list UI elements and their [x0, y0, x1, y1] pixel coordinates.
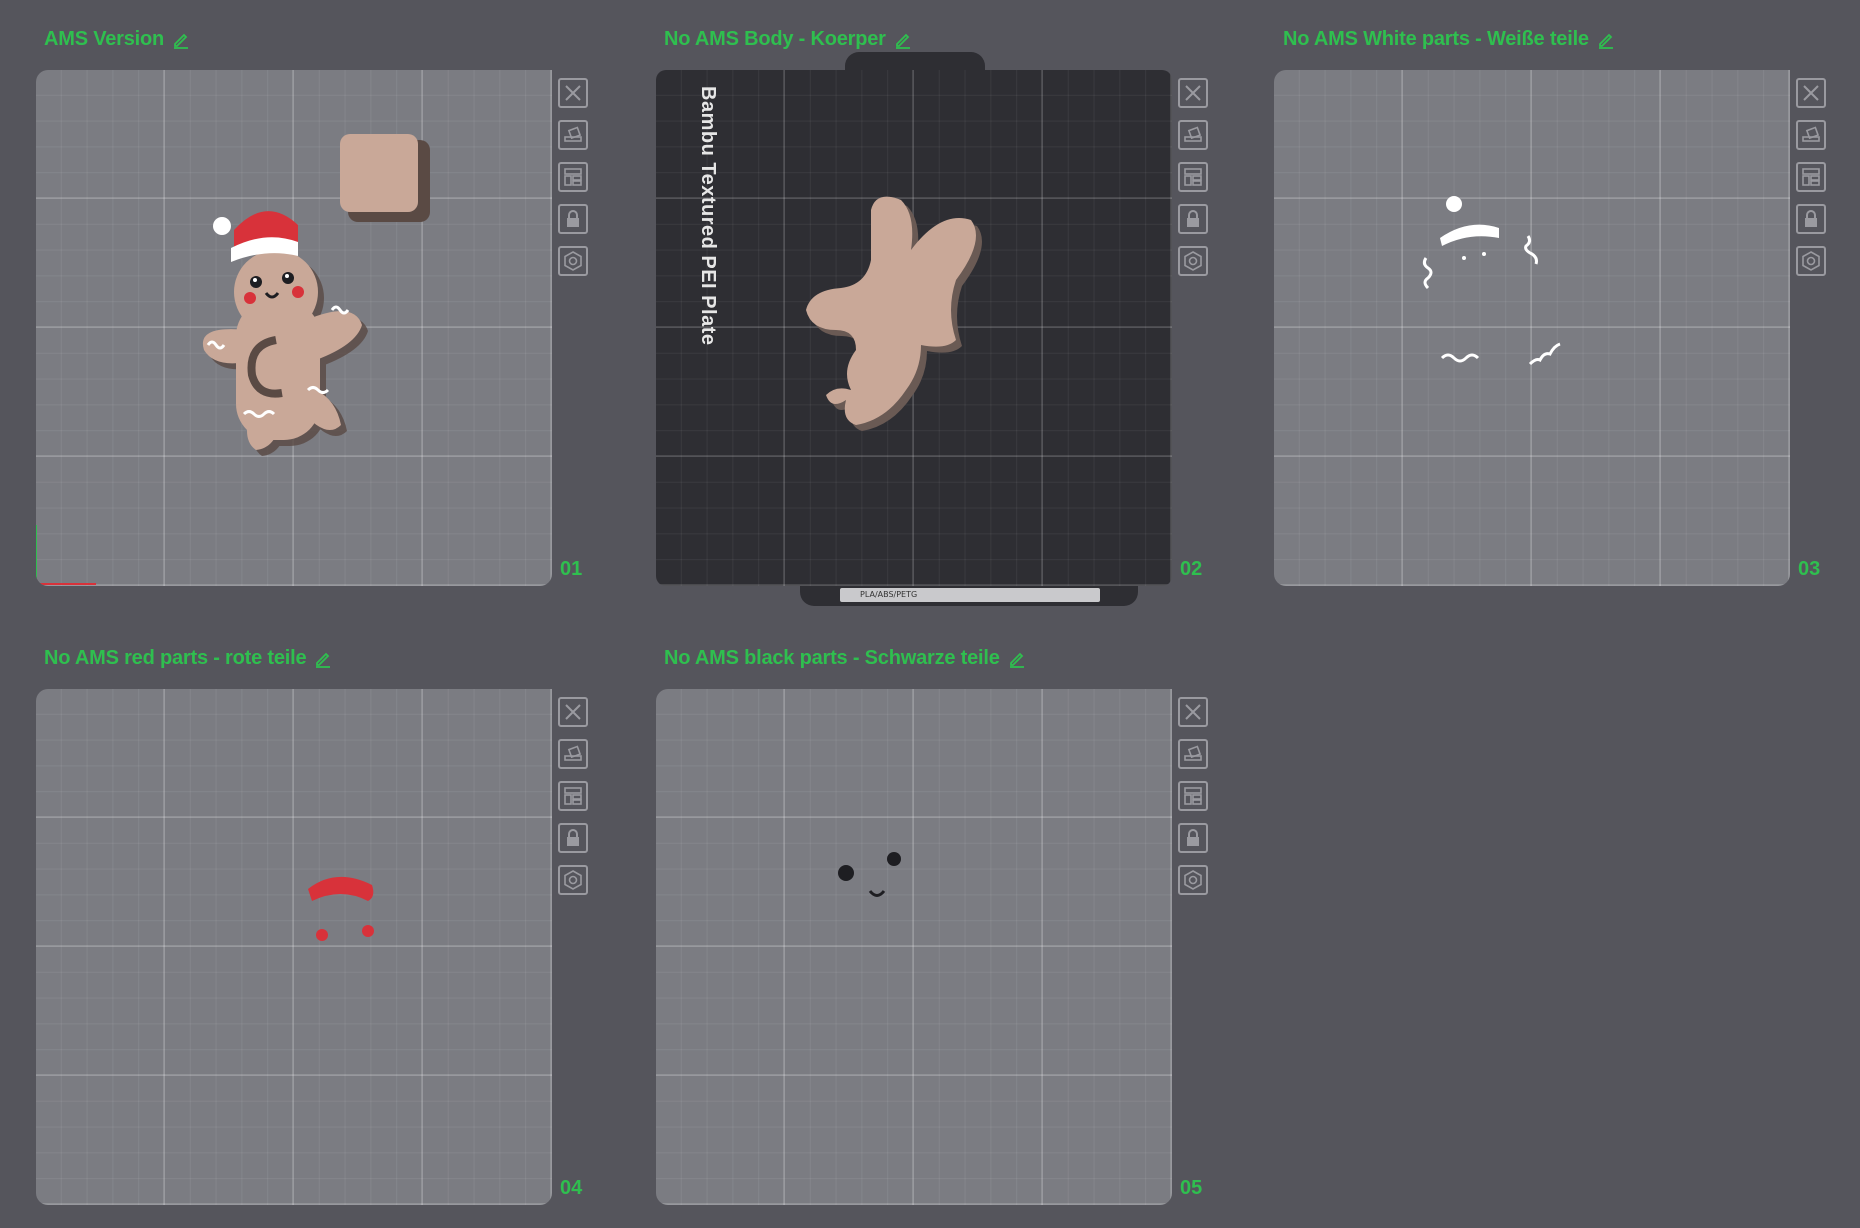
lock-icon[interactable]: [1178, 204, 1208, 234]
build-plate[interactable]: [1274, 70, 1790, 586]
build-plate[interactable]: Bambu Textured PEI Plate: [656, 70, 1172, 586]
plate-name: AMS Version: [44, 28, 165, 50]
settings-icon[interactable]: [1178, 246, 1208, 276]
lock-icon[interactable]: [558, 204, 588, 234]
auto-orient-icon[interactable]: [1796, 120, 1826, 150]
plate-toolbar: [1178, 78, 1212, 288]
lock-icon[interactable]: [1796, 204, 1826, 234]
plate-toolbar: [1796, 78, 1830, 288]
arrange-icon[interactable]: [1178, 781, 1208, 811]
auto-orient-icon[interactable]: [558, 120, 588, 150]
plate-title: No AMS red parts - rote teile: [44, 647, 332, 670]
plate-number: 05: [1180, 1177, 1203, 1199]
plate-number: 04: [560, 1177, 583, 1199]
settings-icon[interactable]: [558, 246, 588, 276]
settings-icon[interactable]: [558, 865, 588, 895]
body-model[interactable]: [806, 196, 982, 431]
plate-objects[interactable]: [1274, 70, 1790, 586]
close-icon[interactable]: [1178, 78, 1208, 108]
arrange-icon[interactable]: [558, 162, 588, 192]
plate-toolbar: [558, 78, 592, 288]
plate-objects[interactable]: [656, 689, 1172, 1205]
close-icon[interactable]: [1178, 697, 1208, 727]
close-icon[interactable]: [1796, 78, 1826, 108]
white-parts-model[interactable]: [1422, 196, 1561, 366]
black-parts-model[interactable]: [838, 852, 901, 897]
arrange-icon[interactable]: [558, 781, 588, 811]
close-icon[interactable]: [558, 78, 588, 108]
plate-name: No AMS red parts - rote teile: [44, 647, 307, 669]
plate-toolbar: [558, 697, 592, 907]
plate-title: No AMS Body - Koerper: [664, 28, 912, 51]
plate-tab: [845, 52, 985, 70]
arrange-icon[interactable]: [1796, 162, 1826, 192]
plate-title: No AMS black parts - Schwarze teile: [664, 647, 1026, 670]
plate-number: 02: [1180, 558, 1203, 580]
build-plate[interactable]: [656, 689, 1172, 1205]
plate-objects[interactable]: [656, 70, 1172, 586]
box-model[interactable]: [340, 134, 430, 222]
plate-objects[interactable]: [36, 689, 552, 1205]
build-plate[interactable]: [36, 689, 552, 1205]
red-parts-model[interactable]: [308, 876, 374, 941]
plate-objects[interactable]: [36, 70, 552, 586]
edit-icon[interactable]: [1008, 650, 1026, 668]
edit-icon[interactable]: [172, 31, 190, 49]
plate-number: 01: [560, 558, 583, 580]
settings-icon[interactable]: [1796, 246, 1826, 276]
gingerbread-model[interactable]: [202, 211, 368, 456]
plate-toolbar: [1178, 697, 1212, 907]
plate-number: 03: [1798, 558, 1821, 580]
close-icon[interactable]: [558, 697, 588, 727]
arrange-icon[interactable]: [1178, 162, 1208, 192]
auto-orient-icon[interactable]: [558, 739, 588, 769]
edit-icon[interactable]: [1597, 31, 1615, 49]
plate-name: No AMS black parts - Schwarze teile: [664, 647, 1000, 669]
plate-title: AMS Version: [44, 28, 190, 51]
plate-name: No AMS Body - Koerper: [664, 28, 886, 50]
build-plate[interactable]: [36, 70, 552, 586]
plate-name: No AMS White parts - Weiße teile: [1283, 28, 1589, 50]
lock-icon[interactable]: [558, 823, 588, 853]
auto-orient-icon[interactable]: [1178, 120, 1208, 150]
edit-icon[interactable]: [314, 650, 332, 668]
lock-icon[interactable]: [1178, 823, 1208, 853]
axis-gizmo: [36, 525, 96, 585]
edit-icon[interactable]: [894, 31, 912, 49]
plate-material-strip: PLA/ABS/PETG: [840, 588, 1100, 602]
auto-orient-icon[interactable]: [1178, 739, 1208, 769]
settings-icon[interactable]: [1178, 865, 1208, 895]
plate-title: No AMS White parts - Weiße teile: [1283, 28, 1615, 51]
